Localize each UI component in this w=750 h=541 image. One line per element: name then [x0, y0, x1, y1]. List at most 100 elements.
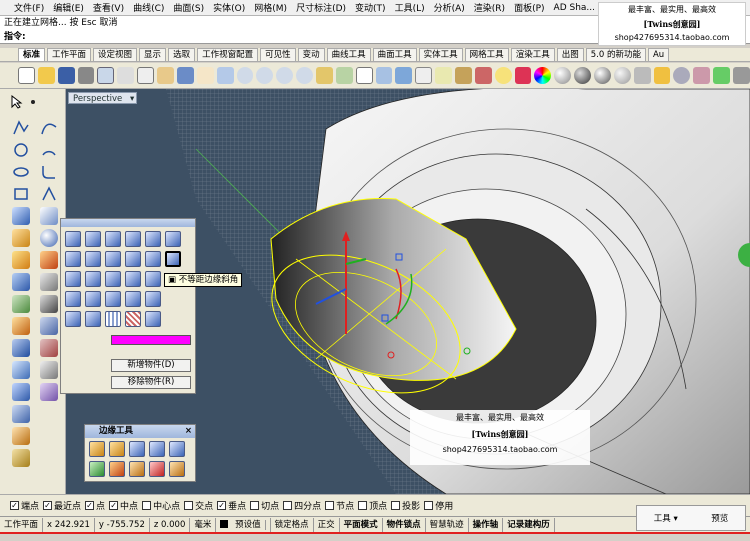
solid-tile-boolean-split-icon[interactable]: [85, 311, 101, 327]
zoom-extents-icon[interactable]: [276, 67, 294, 84]
solid-tile-cylinder-icon[interactable]: [105, 231, 121, 247]
menu-file[interactable]: 文件(F): [14, 1, 44, 14]
lock-icon[interactable]: [454, 67, 472, 84]
edge-show-edges-icon[interactable]: [89, 441, 105, 457]
osnap-vertex[interactable]: 顶点: [358, 499, 387, 512]
solid-panel-titlebar[interactable]: [61, 219, 195, 227]
tab-select[interactable]: 选取: [168, 48, 196, 61]
solid-box-icon[interactable]: [12, 229, 30, 247]
solid-tile-tube-icon[interactable]: [125, 231, 141, 247]
status-record-history[interactable]: 记录建构历: [503, 517, 555, 532]
settings-gear-icon[interactable]: [673, 67, 691, 84]
solid-tile-torus-icon[interactable]: [165, 231, 181, 247]
tab-solid-tools[interactable]: 实体工具: [418, 48, 463, 61]
text-icon[interactable]: [40, 361, 58, 379]
solid-tile-move-face-icon[interactable]: [145, 291, 161, 307]
render-sphere-icon[interactable]: [554, 67, 572, 84]
osnap-perpendicular[interactable]: ✓ 垂点: [217, 499, 246, 512]
status-ortho[interactable]: 正交: [314, 517, 340, 532]
group-icon[interactable]: [12, 405, 30, 423]
solid-tile-intersection-icon[interactable]: [145, 251, 161, 267]
solid-tile-variable-chamfer-icon[interactable]: [165, 251, 181, 267]
edge-blend-icon[interactable]: [149, 461, 165, 477]
remove-object-button[interactable]: 移除物件(R): [111, 376, 191, 389]
edge-rebuild-edge-icon[interactable]: [169, 441, 185, 457]
preview-button[interactable]: 预览: [711, 512, 728, 524]
tab-more[interactable]: Au: [647, 48, 670, 61]
circle-icon[interactable]: [12, 141, 30, 159]
four-views-icon[interactable]: [355, 67, 373, 84]
move-icon[interactable]: [12, 295, 30, 313]
osnap-tangent[interactable]: 切点: [250, 499, 279, 512]
menu-render[interactable]: 渲染(R): [474, 1, 505, 14]
tab-drafting[interactable]: 出图: [556, 48, 584, 61]
tab-curve-tools[interactable]: 曲线工具: [326, 48, 371, 61]
zoom-icon[interactable]: [236, 67, 254, 84]
osnap-mid[interactable]: ✓ 中点: [109, 499, 138, 512]
osnap-end[interactable]: ✓ 端点: [10, 499, 39, 512]
tab-cplane[interactable]: 工作平面: [47, 48, 92, 61]
arc-icon[interactable]: [40, 141, 58, 159]
paste-icon[interactable]: [157, 67, 174, 84]
select-icon[interactable]: [415, 67, 433, 84]
solid-tile-merge-face-icon[interactable]: [105, 291, 121, 307]
mirror-icon[interactable]: [12, 339, 30, 357]
polyline-icon[interactable]: [12, 119, 30, 137]
layer-icon[interactable]: [474, 67, 492, 84]
cut-icon[interactable]: [117, 67, 135, 84]
select-arrow-icon[interactable]: [10, 94, 28, 113]
solid-tile-extrude-icon[interactable]: [65, 251, 81, 267]
tab-visibility[interactable]: 可见性: [260, 48, 296, 61]
status-layer[interactable]: 预设值: [216, 517, 271, 532]
copy-icon[interactable]: [137, 67, 155, 84]
layer-tool-icon[interactable]: [12, 449, 30, 467]
viewport-menu-arrow-icon[interactable]: ▾: [130, 93, 134, 105]
osnap-point[interactable]: ✓ 点: [85, 499, 105, 512]
zoom-window-icon[interactable]: [256, 67, 274, 84]
solid-tile-pipe-icon[interactable]: [145, 231, 161, 247]
tab-new-in-v5[interactable]: 5.0 的新功能: [585, 48, 646, 61]
import-icon[interactable]: [97, 67, 115, 84]
loft-icon[interactable]: [12, 251, 30, 269]
status-osnap[interactable]: 物件锁点: [383, 517, 426, 532]
solid-tile-ellipsoid-icon[interactable]: [85, 231, 101, 247]
edge-next-icon[interactable]: [169, 461, 185, 477]
viewport-title[interactable]: Perspective ▾: [68, 92, 138, 105]
curve-icon[interactable]: [40, 119, 58, 137]
menu-panels[interactable]: 面板(P): [514, 1, 544, 14]
hide-icon[interactable]: [435, 67, 452, 84]
open-folder-icon[interactable]: [37, 67, 55, 84]
osnap-center[interactable]: 中心点: [142, 499, 180, 512]
menu-tools[interactable]: 工具(L): [395, 1, 425, 14]
print-icon[interactable]: [77, 67, 95, 84]
explode-icon[interactable]: [40, 273, 58, 291]
save-icon[interactable]: [57, 67, 75, 84]
tab-viewport-layout[interactable]: 工作视窗配置: [197, 48, 259, 61]
render-icon[interactable]: [613, 67, 631, 84]
status-planar[interactable]: 平面模式: [340, 517, 383, 532]
edge-panel-titlebar[interactable]: 边缘工具 ×: [85, 425, 195, 438]
rotate-view-icon[interactable]: [216, 67, 234, 84]
offset-curve-icon[interactable]: [40, 185, 58, 203]
solid-tile-split-icon[interactable]: [85, 291, 101, 307]
solid-tile-chamfer-edge-icon[interactable]: [85, 271, 101, 287]
properties-icon[interactable]: [514, 67, 532, 84]
new-file-icon[interactable]: [18, 67, 35, 84]
edge-join-edge-icon[interactable]: [149, 441, 165, 457]
menu-curve[interactable]: 曲线(C): [133, 1, 164, 14]
solid-tile-wire-cut-icon[interactable]: [65, 311, 81, 327]
add-object-button[interactable]: 新增物件(D): [111, 359, 191, 372]
scale-icon[interactable]: [40, 317, 58, 335]
status-cplane[interactable]: 工作平面: [0, 517, 44, 532]
osnap-intersection[interactable]: 交点: [184, 499, 213, 512]
edge-fillet-edge-icon[interactable]: [109, 461, 125, 477]
tab-render-tools[interactable]: 渲染工具: [510, 48, 555, 61]
solid-tile-rib-icon[interactable]: [65, 291, 81, 307]
solid-tile-sphere-icon[interactable]: [65, 231, 81, 247]
rectangle-icon[interactable]: [12, 185, 30, 203]
extrude-surface-icon[interactable]: [40, 207, 58, 225]
tab-mesh-tools[interactable]: 网格工具: [464, 48, 509, 61]
tab-transform[interactable]: 变动: [297, 48, 325, 61]
shaded-sphere-icon[interactable]: [574, 67, 591, 84]
plugin-icon[interactable]: [693, 67, 711, 84]
